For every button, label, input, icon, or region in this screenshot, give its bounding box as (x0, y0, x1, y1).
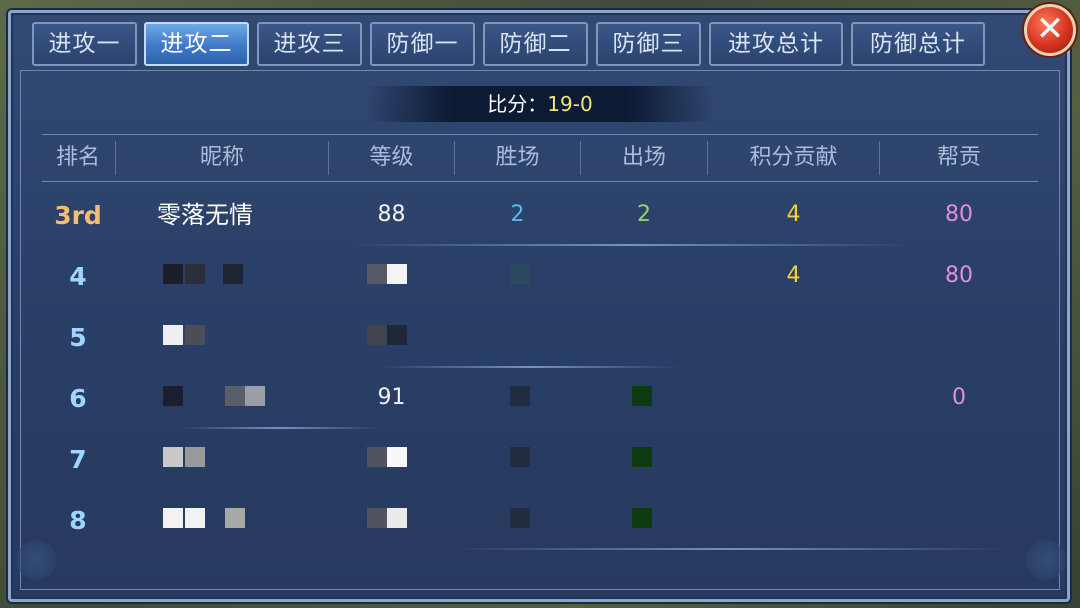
tab-attack-3[interactable]: 进攻三 (257, 22, 362, 66)
redacted-name (163, 264, 183, 284)
corner-ornament-icon (1026, 540, 1066, 580)
redacted-name (185, 325, 205, 345)
redacted-level (387, 508, 407, 528)
column-header-points: 积分贡献 (749, 145, 838, 170)
column-header-guild-contribution: 帮贡 (936, 145, 981, 170)
column-header-level: 等级 (369, 145, 414, 170)
redacted-level (387, 447, 407, 467)
column-header-nickname: 昵称 (199, 145, 244, 170)
redacted-wins (510, 264, 530, 284)
redacted-wins (510, 386, 530, 406)
corner-ornament-icon (16, 540, 56, 580)
contribution-cell: 80 (945, 202, 973, 227)
redacted-name (225, 508, 245, 528)
rank-cell: 5 (69, 323, 87, 352)
rank-cell: 8 (69, 506, 87, 535)
tab-defense-3[interactable]: 防御三 (596, 22, 701, 66)
tab-attack-2[interactable]: 进攻二 (144, 22, 249, 66)
tab-attack-total[interactable]: 进攻总计 (709, 22, 843, 66)
row-divider (450, 548, 1010, 550)
redacted-level (367, 447, 387, 467)
rank-cell: 7 (69, 445, 87, 474)
score-label: 比分： (487, 92, 548, 116)
row-divider (180, 427, 380, 429)
redacted-level (367, 508, 387, 528)
redacted-level (387, 325, 407, 345)
column-header-appearances: 出场 (621, 145, 666, 170)
redacted-name (185, 508, 205, 528)
level-cell: 88 (377, 202, 406, 227)
tab-defense-1[interactable]: 防御一 (370, 22, 475, 66)
row-divider (380, 366, 680, 368)
redacted-name (163, 508, 183, 528)
redacted-wins (510, 508, 530, 528)
contribution-cell: 0 (952, 385, 966, 410)
redacted-name (185, 447, 205, 467)
redacted-name (163, 447, 183, 467)
contribution-cell: 80 (945, 263, 973, 288)
points-cell: 4 (786, 263, 801, 288)
redacted-name (163, 386, 183, 406)
redacted-level (387, 264, 407, 284)
redacted-level (367, 325, 387, 345)
wins-cell: 2 (510, 202, 525, 227)
tab-defense-2[interactable]: 防御二 (483, 22, 588, 66)
redacted-name (223, 264, 243, 284)
redacted-appearances (632, 386, 652, 406)
close-button[interactable]: ✕ (1024, 4, 1076, 56)
score-value: 19-0 (547, 92, 593, 116)
redacted-name (185, 264, 205, 284)
points-cell: 4 (786, 202, 801, 227)
redacted-name (245, 386, 265, 406)
tab-attack-1[interactable]: 进攻一 (32, 22, 137, 66)
column-header-wins: 胜场 (495, 145, 540, 170)
rank-cell: 3rd (54, 201, 102, 230)
level-cell: 91 (377, 385, 406, 410)
redacted-level (367, 264, 387, 284)
tab-defense-total[interactable]: 防御总计 (851, 22, 985, 66)
score-display: 比分：19-0 (365, 86, 715, 122)
table-header: 排名 昵称 等级 胜场 出场 积分贡献 帮贡 (42, 134, 1038, 182)
redacted-name (225, 386, 245, 406)
redacted-appearances (632, 447, 652, 467)
rank-cell: 6 (69, 384, 87, 413)
nickname-cell: 零落无情 (157, 201, 253, 229)
rank-cell: 4 (69, 262, 87, 291)
redacted-name (163, 325, 183, 345)
close-icon: ✕ (1035, 9, 1065, 49)
appearances-cell: 2 (637, 202, 651, 227)
redacted-wins (510, 447, 530, 467)
row-divider (350, 244, 910, 246)
tab-bar: 进攻一 进攻二 进攻三 防御一 防御二 防御三 进攻总计 防御总计 (24, 20, 994, 68)
column-header-rank: 排名 (55, 145, 100, 170)
redacted-appearances (632, 508, 652, 528)
